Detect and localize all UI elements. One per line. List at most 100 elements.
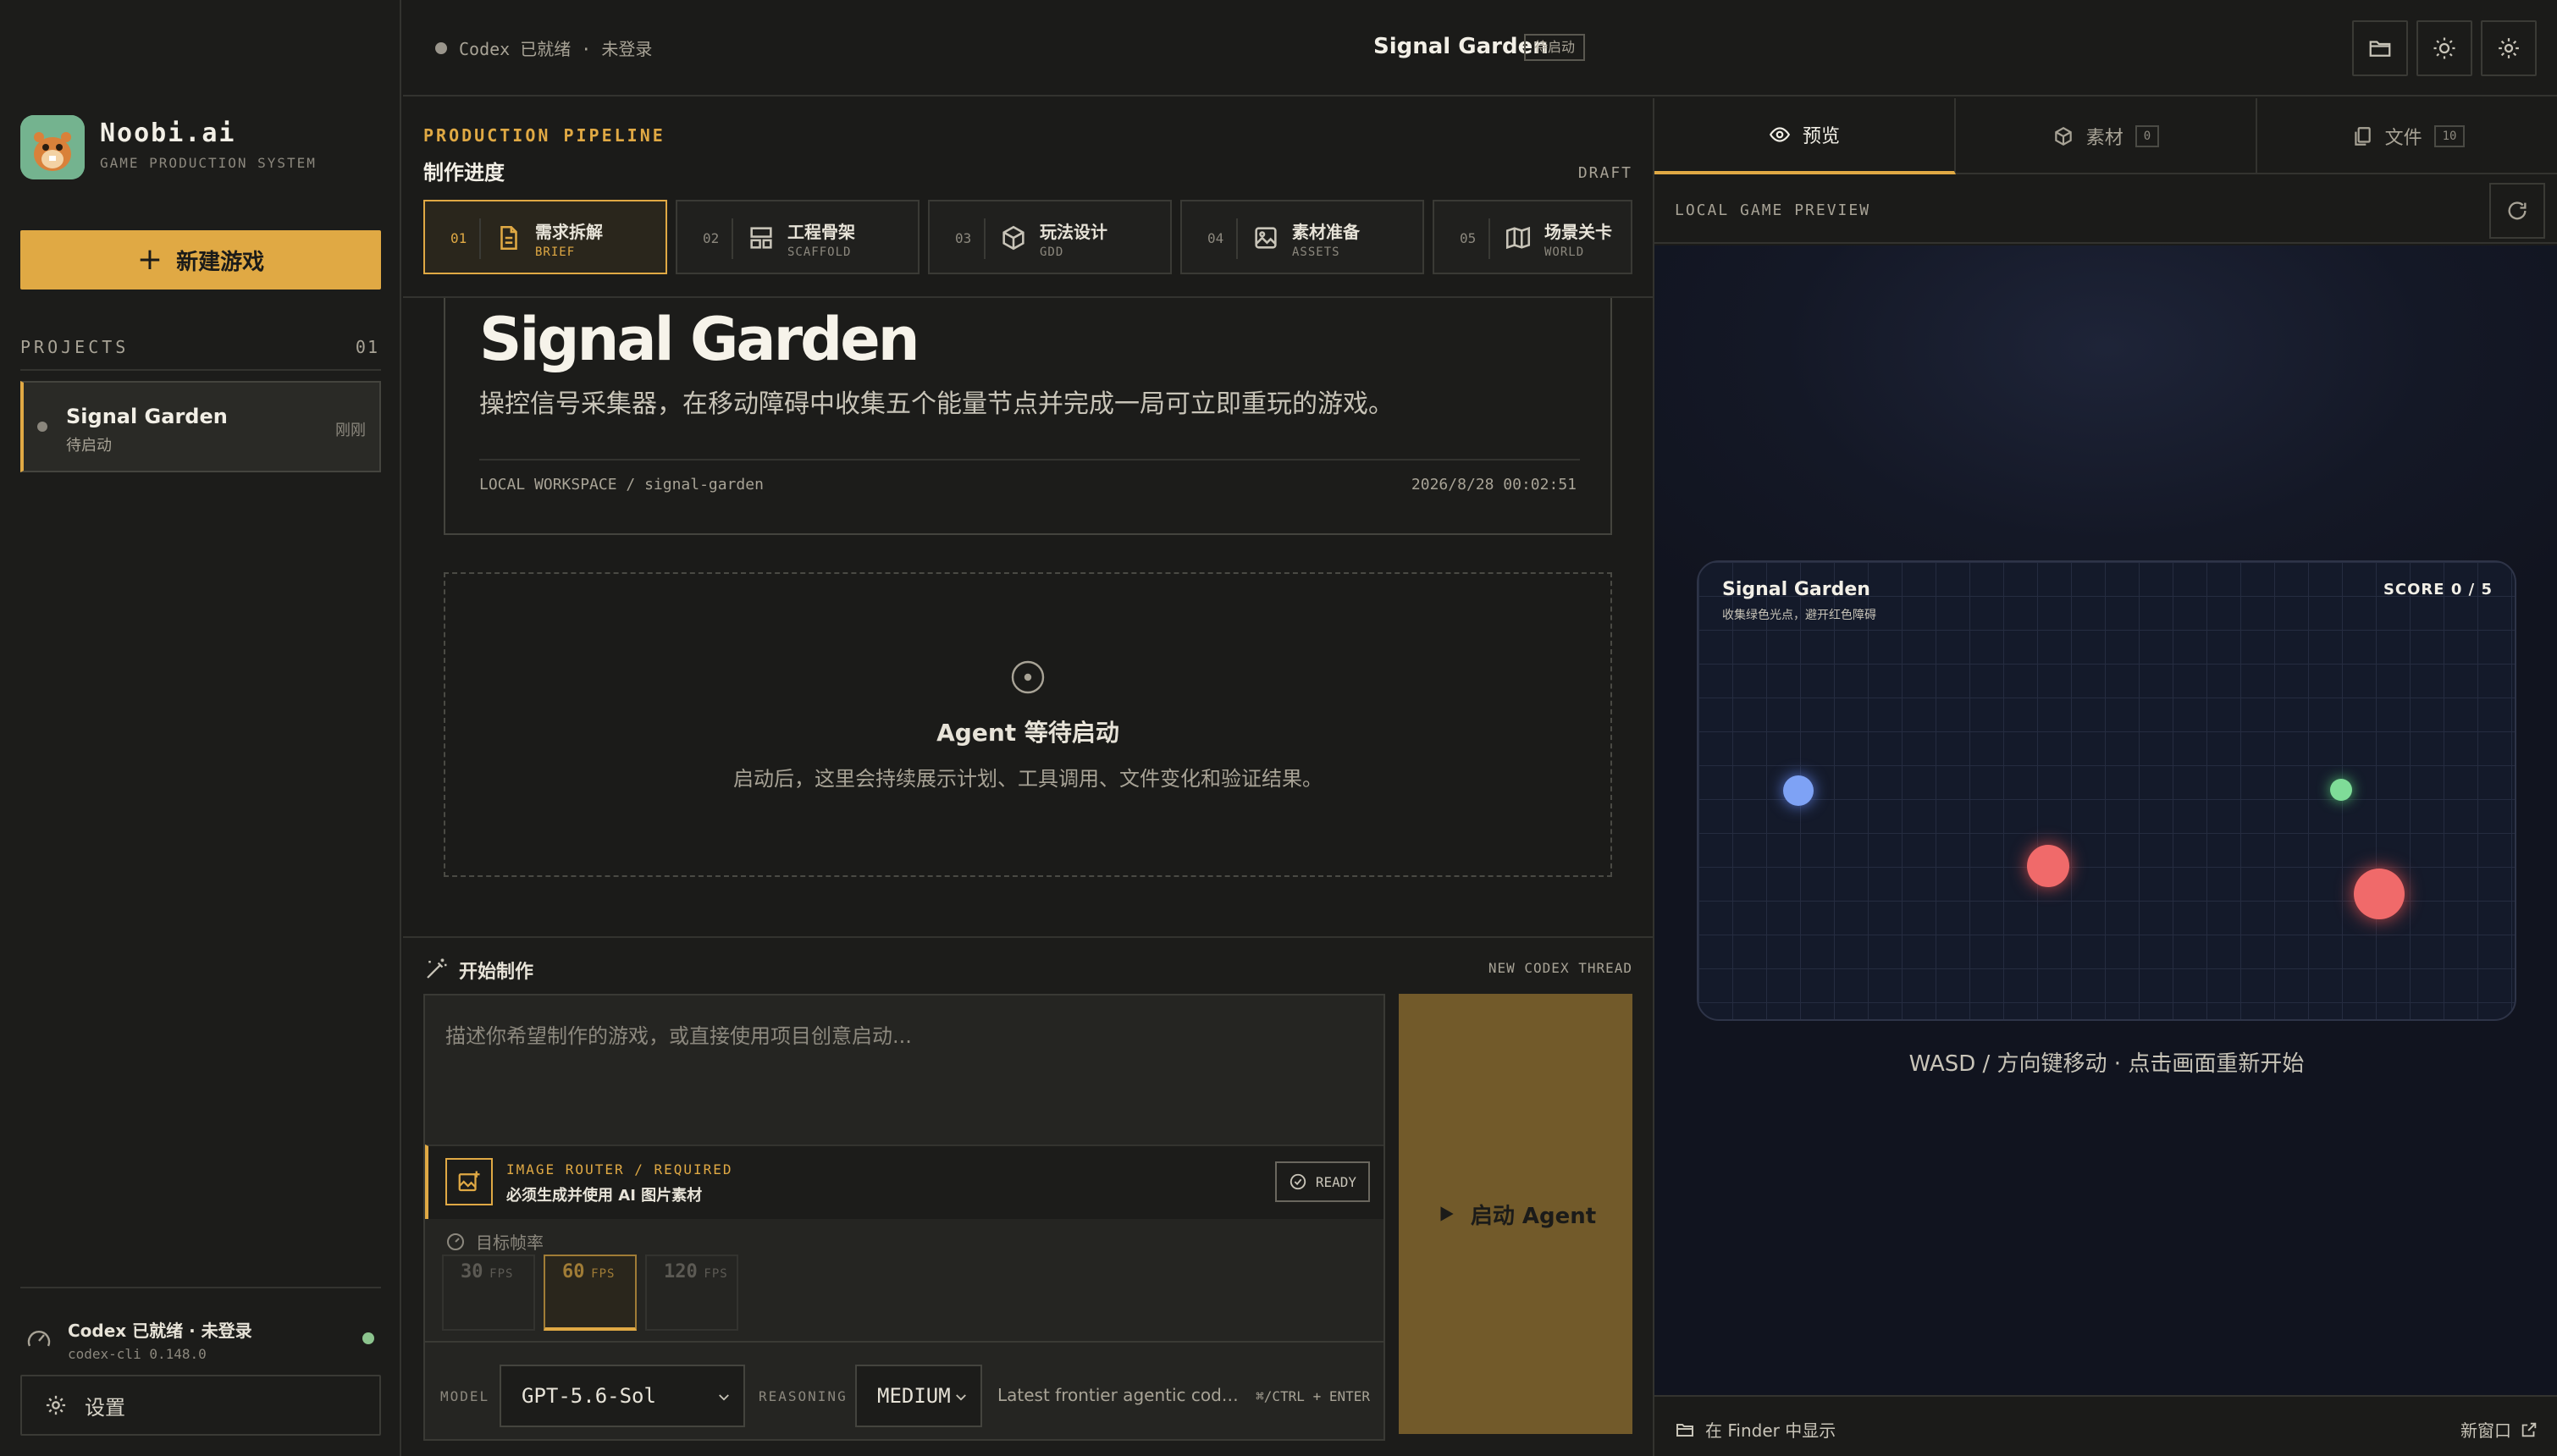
preview-label: LOCAL GAME PREVIEW bbox=[1675, 201, 1871, 219]
agent-wait-title: Agent 等待启动 bbox=[936, 719, 1119, 747]
obstacle-orb bbox=[2027, 845, 2069, 887]
step-separator bbox=[1236, 218, 1238, 259]
launch-agent-button[interactable]: 启动 Agent bbox=[1399, 994, 1632, 1434]
step-code: SCAFFOLD bbox=[787, 245, 852, 259]
step-number: 02 bbox=[703, 230, 720, 246]
app-logo bbox=[20, 115, 85, 179]
project-status: 待启动 bbox=[66, 437, 112, 455]
step-code: ASSETS bbox=[1292, 245, 1340, 259]
step-title: 玩法设计 bbox=[1040, 222, 1107, 242]
new-thread-label: NEW CODEX THREAD bbox=[1488, 960, 1632, 976]
game-canvas[interactable]: Signal Garden 收集绿色光点，避开红色障碍 SCORE 0 / 5 bbox=[1697, 560, 2516, 1021]
pipeline-title: 制作进度 bbox=[423, 161, 505, 185]
game-preview-stage: Signal Garden 收集绿色光点，避开红色障碍 SCORE 0 / 5 … bbox=[1654, 245, 2557, 1395]
preview-footer: 在 Finder 中显示 新窗口 bbox=[1654, 1395, 2557, 1456]
settings-button[interactable]: 设置 bbox=[20, 1375, 381, 1436]
target-icon bbox=[1011, 660, 1045, 694]
game-instructions: 收集绿色光点，避开红色障碍 bbox=[1722, 609, 1876, 622]
header-status: Codex 已就绪 · 未登录 bbox=[459, 39, 653, 59]
codex-status: Codex 已就绪 · 未登录 bbox=[68, 1321, 252, 1341]
fps-value: 60 bbox=[562, 1261, 585, 1282]
finder-label: 在 Finder 中显示 bbox=[1705, 1420, 1836, 1441]
brief-divider bbox=[479, 459, 1580, 461]
gauge-icon bbox=[447, 1233, 464, 1250]
fps-value: 30 bbox=[461, 1261, 483, 1282]
tab-label: 素材 bbox=[2085, 128, 2123, 149]
folder-open-icon bbox=[1676, 1423, 1693, 1437]
brief-card: Signal Garden 操控信号采集器，在移动障碍中收集五个能量节点并完成一… bbox=[444, 298, 1612, 535]
model-select[interactable]: GPT-5.6-Sol bbox=[500, 1365, 745, 1427]
ready-label: READY bbox=[1315, 1173, 1356, 1190]
step-title: 场景关卡 bbox=[1544, 222, 1612, 242]
ready-badge: READY bbox=[1274, 1161, 1370, 1202]
image-router-description: 必须生成并使用 AI 图片素材 bbox=[506, 1187, 703, 1205]
sidebar-divider bbox=[20, 1287, 381, 1288]
document-icon bbox=[500, 225, 517, 251]
fps-label-text: 目标帧率 bbox=[476, 1233, 544, 1253]
launch-agent-label: 启动 Agent bbox=[1470, 1203, 1597, 1229]
box-icon bbox=[2055, 127, 2072, 146]
theme-toggle-button[interactable] bbox=[2416, 20, 2472, 76]
fps-option-30[interactable]: 30 FPS bbox=[442, 1255, 535, 1331]
step-separator bbox=[1488, 218, 1490, 259]
step-number: 04 bbox=[1207, 230, 1224, 246]
reasoning-label: REASONING bbox=[759, 1388, 848, 1404]
folder-icon bbox=[2369, 41, 2391, 57]
image-icon bbox=[1255, 227, 1277, 249]
sun-icon bbox=[2433, 37, 2455, 59]
model-description: Latest frontier agentic coding ... bbox=[997, 1385, 1243, 1405]
agent-waiting-panel: Agent 等待启动 启动后，这里会持续展示计划、工具调用、文件变化和验证结果。 bbox=[444, 572, 1612, 877]
chevron-down-icon bbox=[719, 1394, 729, 1401]
workspace-path: LOCAL WORKSPACE / signal-garden bbox=[479, 476, 764, 494]
map-icon bbox=[1505, 226, 1531, 250]
model-value: GPT-5.6-Sol bbox=[522, 1384, 656, 1408]
plus-icon: + bbox=[136, 242, 163, 277]
files-icon bbox=[2354, 127, 2371, 146]
project-status-dot bbox=[37, 422, 47, 432]
game-prompt-input[interactable] bbox=[425, 995, 1383, 1143]
step-title: 素材准备 bbox=[1292, 222, 1360, 242]
start-production-label: 开始制作 bbox=[459, 962, 534, 983]
composer: 开始制作 NEW CODEX THREAD IMAGE ROUTER / REQ… bbox=[403, 936, 1653, 1456]
step-scaffold[interactable]: 02 工程骨架 SCAFFOLD bbox=[676, 200, 920, 274]
magic-wand-icon bbox=[427, 958, 447, 979]
tab-preview[interactable]: 预览 bbox=[1654, 98, 1956, 174]
step-assets[interactable]: 04 素材准备 ASSETS bbox=[1180, 200, 1424, 274]
projects-divider bbox=[20, 369, 381, 371]
refresh-icon bbox=[2508, 201, 2527, 220]
new-game-button[interactable]: + 新建游戏 bbox=[20, 230, 381, 290]
tab-files[interactable]: 文件 10 bbox=[2257, 98, 2557, 174]
fps-unit: FPS bbox=[489, 1267, 514, 1281]
model-label: MODEL bbox=[440, 1388, 490, 1404]
cube-icon bbox=[1002, 225, 1024, 251]
step-number: 01 bbox=[450, 230, 467, 246]
new-window-link[interactable]: 新窗口 bbox=[2460, 1417, 2538, 1442]
project-item-signal-garden[interactable]: Signal Garden 待启动 刚刚 bbox=[20, 381, 381, 472]
codex-version: codex-cli 0.148.0 bbox=[68, 1346, 207, 1362]
step-code: WORLD bbox=[1544, 245, 1585, 259]
gauge-icon bbox=[27, 1331, 51, 1347]
show-in-finder-link[interactable]: 在 Finder 中显示 bbox=[1675, 1417, 1836, 1442]
project-time: 刚刚 bbox=[335, 422, 366, 439]
brand-subtitle: GAME PRODUCTION SYSTEM bbox=[100, 155, 317, 171]
new-window-label: 新窗口 bbox=[2460, 1420, 2511, 1441]
step-world[interactable]: 05 场景关卡 WORLD bbox=[1433, 200, 1632, 274]
top-header: Codex 已就绪 · 未登录 Signal Garden 待启动 bbox=[403, 0, 2557, 97]
gear-icon bbox=[2499, 38, 2519, 58]
fps-option-60[interactable]: 60 FPS bbox=[544, 1255, 637, 1331]
player-orb bbox=[1783, 775, 1814, 806]
step-gdd[interactable]: 03 玩法设计 GDD bbox=[928, 200, 1172, 274]
tab-assets[interactable]: 素材 0 bbox=[1956, 98, 2257, 174]
refresh-preview-button[interactable] bbox=[2489, 183, 2545, 239]
open-folder-button[interactable] bbox=[2352, 20, 2408, 76]
reasoning-select[interactable]: MEDIUM bbox=[855, 1365, 982, 1427]
step-brief[interactable]: 01 需求拆解 BRIEF bbox=[423, 200, 667, 274]
draft-label: DRAFT bbox=[1577, 164, 1632, 182]
step-title: 工程骨架 bbox=[787, 222, 855, 242]
tab-count: 0 bbox=[2135, 125, 2160, 147]
step-separator bbox=[984, 218, 986, 259]
reasoning-value: MEDIUM bbox=[877, 1384, 951, 1408]
fps-option-120[interactable]: 120 FPS bbox=[645, 1255, 738, 1331]
header-settings-button[interactable] bbox=[2481, 20, 2537, 76]
panel-tabs: 预览 素材 0 文件 10 bbox=[1654, 98, 2557, 174]
